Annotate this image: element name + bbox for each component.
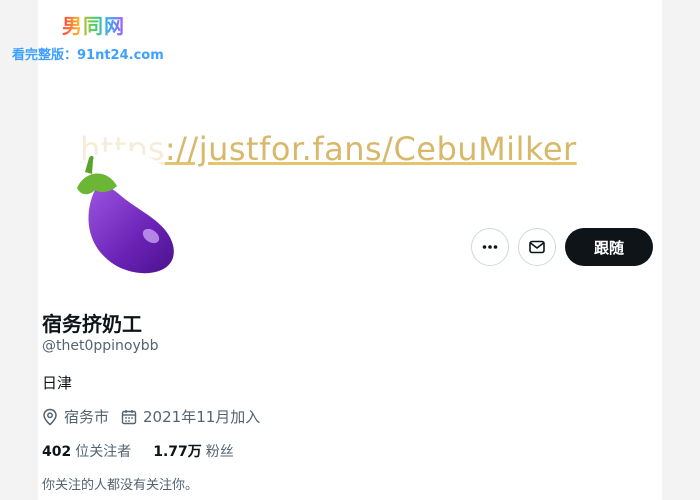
joined-item: 2021年11月加入 [121, 406, 260, 427]
more-icon [482, 245, 498, 249]
followers-link[interactable]: 1.77万 粉丝 [153, 441, 234, 461]
banner-link-text: ://justfor.fans/CebuMilker [164, 130, 577, 168]
follow-button[interactable]: 跟随 [565, 228, 653, 266]
followers-you-know-note: 你关注的人都没有关注你。 [42, 478, 199, 493]
user-handle: @thet0ppinoybb [42, 338, 159, 354]
watermark-subtitle: 看完整版：91nt24.com [12, 48, 164, 63]
location-pin-icon [43, 408, 57, 425]
followers-label: 粉丝 [205, 444, 234, 460]
calendar-icon [121, 409, 137, 424]
following-label: 位关注者 [75, 444, 132, 460]
more-button[interactable] [471, 228, 509, 266]
following-count: 402 [42, 444, 72, 460]
location-item: 宿务市 [42, 406, 109, 427]
profile-stats: 402 位关注者 1.77万 粉丝 [42, 441, 256, 461]
profile-meta: 宿务市 2021年11月加入 [42, 406, 272, 427]
bio: 日津 [42, 374, 73, 392]
joined-text: 2021年11月加入 [143, 408, 261, 426]
display-name: 宿务挤奶工 [42, 312, 142, 336]
message-icon [529, 240, 545, 254]
profile-actions: 跟随 [0, 228, 700, 268]
watermark-title: 男同网 [62, 10, 125, 39]
message-button[interactable] [518, 228, 556, 266]
followers-count: 1.77万 [153, 444, 202, 460]
location-text: 宿务市 [64, 408, 110, 426]
following-link[interactable]: 402 位关注者 [42, 441, 131, 461]
